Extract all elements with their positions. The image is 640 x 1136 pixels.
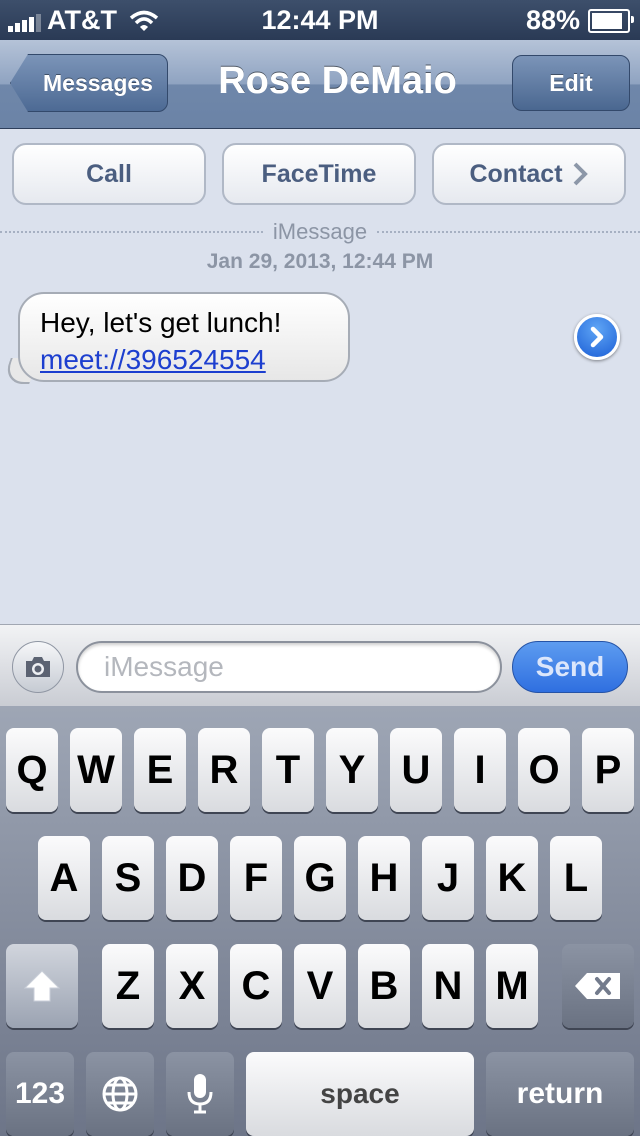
keyboard: QWERTYUIOP ASDFGHJKL ZXCVBNM 123 space r… (0, 706, 640, 1136)
message-link[interactable]: meet://396524554 (40, 342, 348, 378)
key-d[interactable]: D (166, 836, 218, 920)
key-j[interactable]: J (422, 836, 474, 920)
key-p[interactable]: P (582, 728, 634, 812)
numbers-key[interactable]: 123 (6, 1052, 74, 1136)
key-x[interactable]: X (166, 944, 218, 1028)
microphone-icon (187, 1074, 213, 1114)
conversation-title: Rose DeMaio (218, 60, 457, 102)
key-z[interactable]: Z (102, 944, 154, 1028)
delete-icon (575, 973, 620, 999)
key-v[interactable]: V (294, 944, 346, 1028)
space-key[interactable]: space (246, 1052, 474, 1136)
key-t[interactable]: T (262, 728, 314, 812)
camera-icon (26, 657, 50, 677)
chevron-right-icon (573, 162, 588, 186)
compose-bar: Send (0, 624, 640, 708)
message-input[interactable] (76, 641, 502, 693)
key-q[interactable]: Q (6, 728, 58, 812)
key-w[interactable]: W (70, 728, 122, 812)
key-a[interactable]: A (38, 836, 90, 920)
key-f[interactable]: F (230, 836, 282, 920)
back-to-messages-button[interactable]: Messages (10, 54, 168, 112)
key-u[interactable]: U (390, 728, 442, 812)
return-key[interactable]: return (486, 1052, 634, 1136)
facetime-button[interactable]: FaceTime (222, 143, 416, 205)
divider-line (0, 231, 263, 233)
camera-button[interactable] (12, 641, 64, 693)
dictation-key[interactable] (166, 1052, 234, 1136)
contact-button[interactable]: Contact (432, 143, 626, 205)
status-right: 88% (525, 5, 634, 36)
key-b[interactable]: B (358, 944, 410, 1028)
link-detail-button[interactable] (574, 314, 620, 360)
key-k[interactable]: K (486, 836, 538, 920)
battery-percentage: 88% (525, 5, 580, 35)
battery-level (592, 12, 622, 29)
call-label: Call (86, 159, 132, 188)
key-i[interactable]: I (454, 728, 506, 812)
shift-key[interactable] (6, 944, 78, 1028)
facetime-label: FaceTime (261, 159, 377, 188)
message-timestamp: Jan 29, 2013, 12:44 PM (206, 250, 434, 273)
globe-icon (102, 1076, 138, 1112)
key-r[interactable]: R (198, 728, 250, 812)
status-bar: AT&T 12:44 PM 88% (0, 0, 640, 40)
service-label: iMessage (272, 219, 368, 244)
key-y[interactable]: Y (326, 728, 378, 812)
key-s[interactable]: S (102, 836, 154, 920)
key-n[interactable]: N (422, 944, 474, 1028)
key-m[interactable]: M (486, 944, 538, 1028)
divider-line (377, 231, 640, 233)
key-l[interactable]: L (550, 836, 602, 920)
shift-icon (23, 970, 61, 1002)
key-g[interactable]: G (294, 836, 346, 920)
battery-icon (588, 8, 634, 33)
service-divider: iMessage (0, 219, 640, 245)
globe-key[interactable] (86, 1052, 154, 1136)
navigation-bar: Messages Rose DeMaio Edit (0, 40, 640, 129)
key-c[interactable]: C (230, 944, 282, 1028)
edit-button[interactable]: Edit (512, 55, 630, 111)
call-button[interactable]: Call (12, 143, 206, 205)
send-button[interactable]: Send (512, 641, 628, 693)
chevron-right-icon (590, 326, 604, 348)
key-o[interactable]: O (518, 728, 570, 812)
message-text: Hey, let's get lunch! (40, 307, 282, 338)
message-bubble[interactable]: Hey, let's get lunch! meet://396524554 (18, 292, 350, 382)
key-h[interactable]: H (358, 836, 410, 920)
delete-key[interactable] (562, 944, 634, 1028)
contact-label: Contact (469, 159, 563, 188)
key-e[interactable]: E (134, 728, 186, 812)
